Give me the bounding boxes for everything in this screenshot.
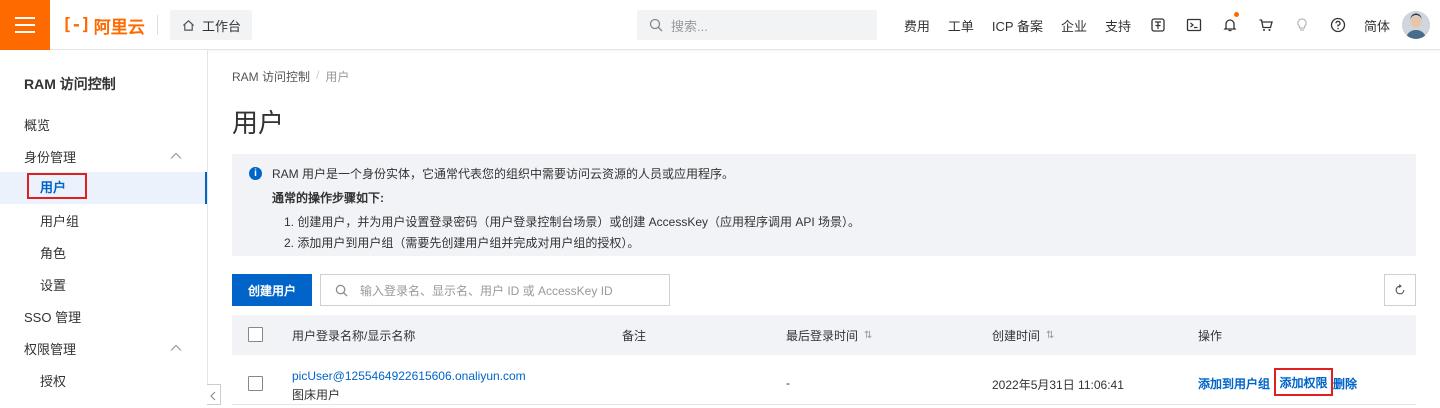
- column-header-login-name: 用户登录名称/显示名称: [292, 327, 415, 344]
- user-login-name-cell: picUser@1255464922615606.onaliyun.com 图床…: [292, 369, 526, 403]
- active-indicator: [205, 172, 207, 204]
- chevron-up-icon: [170, 344, 182, 351]
- workbench-button[interactable]: 工作台: [170, 10, 252, 40]
- sidebar-item-label: 设置: [40, 277, 67, 293]
- app-icon[interactable]: [1140, 0, 1176, 50]
- info-notice: i RAM 用户是一个身份实体，它通常代表您的组织中需要访问云资源的人员或应用程…: [232, 154, 1416, 256]
- column-label: 创建时间: [992, 329, 1041, 343]
- sidebar-title: RAM 访问控制: [24, 76, 116, 92]
- nav-enterprise[interactable]: 企业: [1052, 16, 1096, 35]
- sidebar-item-label: 用户组: [40, 213, 80, 229]
- sidebar-group-identity[interactable]: 身份管理: [0, 140, 207, 172]
- home-icon: [182, 19, 195, 31]
- user-search-input[interactable]: 输入登录名、显示名、用户 ID 或 AccessKey ID: [320, 274, 670, 306]
- search-icon: [649, 18, 663, 32]
- column-header-last-login[interactable]: 最后登录时间 ⇅: [786, 327, 872, 344]
- row-action-add-to-group[interactable]: 添加到用户组: [1198, 375, 1270, 392]
- row-action-add-permission[interactable]: 添加权限: [1274, 368, 1333, 396]
- sidebar-item-overview[interactable]: 概览: [0, 108, 207, 140]
- divider: [157, 15, 158, 35]
- aliyun-logo[interactable]: [-] 阿里云: [62, 13, 145, 37]
- row-checkbox[interactable]: [248, 376, 263, 391]
- table-row: picUser@1255464922615606.onaliyun.com 图床…: [232, 355, 1416, 405]
- menu-icon[interactable]: [0, 0, 50, 50]
- lightbulb-icon[interactable]: [1284, 0, 1320, 50]
- top-navbar: [-] 阿里云 工作台 搜索... 费用 工单 ICP 备案 企业 支持 简体: [0, 0, 1440, 50]
- sidebar-item-label: SSO 管理: [24, 309, 82, 325]
- breadcrumb-current: 用户: [325, 70, 350, 84]
- search-icon: [335, 284, 348, 296]
- create-user-button[interactable]: 创建用户: [232, 274, 312, 306]
- chevron-up-icon: [170, 152, 182, 159]
- page-title: 用户: [232, 108, 285, 138]
- search-placeholder: 搜索...: [671, 18, 708, 34]
- terminal-icon[interactable]: [1176, 0, 1212, 50]
- sort-icon[interactable]: ⇅: [864, 330, 872, 341]
- sidebar-item-label: 身份管理: [24, 149, 77, 165]
- refresh-icon: [1395, 284, 1405, 295]
- action-label: 删除: [1333, 377, 1358, 391]
- breadcrumb-root[interactable]: RAM 访问控制: [232, 68, 310, 85]
- logo-text: 阿里云: [93, 17, 145, 37]
- language-switch[interactable]: 简体: [1356, 16, 1402, 35]
- column-header-actions: 操作: [1198, 327, 1222, 344]
- sidebar-item-sso[interactable]: SSO 管理: [0, 300, 207, 332]
- select-all-checkbox[interactable]: [248, 327, 263, 342]
- sidebar-item-label: 授权: [40, 373, 67, 389]
- user-display-name: 图床用户: [292, 388, 341, 402]
- breadcrumb: RAM 访问控制 / 用户: [232, 68, 349, 85]
- notification-dot: [1233, 12, 1239, 17]
- cart-icon[interactable]: [1248, 0, 1284, 50]
- user-login-name-link[interactable]: picUser@1255464922615606.onaliyun.com: [292, 369, 526, 383]
- info-icon: i: [249, 167, 262, 180]
- bell-icon[interactable]: [1212, 0, 1248, 50]
- breadcrumb-separator: /: [316, 68, 320, 82]
- chevron-left-icon: [210, 391, 216, 401]
- table-header: 用户登录名称/显示名称 备注 最后登录时间 ⇅ 创建时间 ⇅ 操作: [232, 315, 1416, 355]
- sidebar-group-permissions[interactable]: 权限管理: [0, 332, 207, 364]
- sidebar-item-grants[interactable]: 授权: [0, 364, 207, 396]
- column-label: 操作: [1198, 329, 1223, 343]
- user-created-time: 2022年5月31日 11:06:41: [992, 378, 1124, 392]
- sort-icon[interactable]: ⇅: [1046, 330, 1054, 341]
- user-avatar[interactable]: [1402, 11, 1430, 39]
- action-label: 添加到用户组: [1198, 377, 1271, 391]
- column-header-created[interactable]: 创建时间 ⇅: [992, 327, 1054, 344]
- sidebar-collapse-handle[interactable]: [207, 384, 221, 405]
- help-icon[interactable]: [1320, 0, 1356, 50]
- nav-support[interactable]: 支持: [1096, 16, 1140, 35]
- row-action-delete[interactable]: 删除: [1333, 375, 1357, 392]
- logo-mark: [-]: [62, 15, 91, 35]
- action-label: 添加权限: [1279, 375, 1328, 390]
- notice-heading: 通常的操作步骤如下:: [272, 191, 384, 205]
- sidebar-item-users[interactable]: 用户: [0, 172, 207, 204]
- nav-icp[interactable]: ICP 备案: [983, 16, 1052, 35]
- sidebar-item-settings[interactable]: 设置: [0, 268, 207, 300]
- sidebar-item-label: 概览: [24, 117, 51, 133]
- notice-step: 1. 创建用户，并为用户设置登录密码（用户登录控制台场景）或创建 AccessK…: [284, 215, 861, 229]
- sidebar-item-label: 权限管理: [24, 341, 77, 357]
- search-placeholder: 输入登录名、显示名、用户 ID 或 AccessKey ID: [360, 283, 613, 298]
- sidebar: RAM 访问控制 概览 身份管理 用户 用户组 角色 设置 SSO 管理 权限管…: [0, 50, 208, 405]
- sidebar-item-label: 用户: [27, 173, 87, 199]
- sidebar-item-user-groups[interactable]: 用户组: [0, 204, 207, 236]
- notice-line: RAM 用户是一个身份实体，它通常代表您的组织中需要访问云资源的人员或应用程序。: [272, 167, 735, 181]
- global-search-input[interactable]: 搜索...: [637, 10, 877, 40]
- nav-ticket[interactable]: 工单: [939, 16, 983, 35]
- nav-billing[interactable]: 费用: [895, 16, 939, 35]
- user-last-login: -: [786, 376, 790, 390]
- sidebar-item-roles[interactable]: 角色: [0, 236, 207, 268]
- workbench-label: 工作台: [202, 18, 242, 34]
- column-label: 最后登录时间: [786, 329, 859, 343]
- column-label: 备注: [622, 329, 647, 343]
- notice-step: 2. 添加用户到用户组（需要先创建用户组并完成对用户组的授权）。: [284, 236, 640, 250]
- column-header-note: 备注: [622, 327, 646, 344]
- refresh-button[interactable]: [1384, 274, 1416, 306]
- sidebar-item-label: 角色: [40, 245, 67, 261]
- column-label: 用户登录名称/显示名称: [292, 329, 416, 343]
- topbar-right: 费用 工单 ICP 备案 企业 支持 简体: [895, 0, 1440, 50]
